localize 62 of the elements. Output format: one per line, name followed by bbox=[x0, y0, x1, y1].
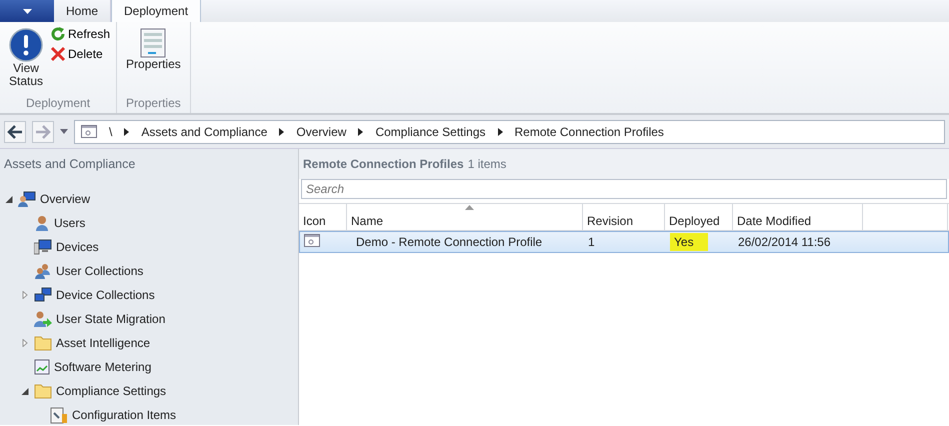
ribbon-button[interactable]: Delete bbox=[50, 46, 110, 62]
item-count: 1 items bbox=[468, 157, 506, 171]
table-cell-text: Demo - Remote Connection Profile bbox=[355, 235, 544, 249]
table-cell-text: 1 bbox=[587, 235, 596, 249]
tree-item[interactable]: Asset Intelligence bbox=[56, 336, 150, 350]
expand-arrow-icon[interactable] bbox=[20, 291, 30, 299]
computers-icon bbox=[34, 287, 52, 303]
table-cell: Yes bbox=[670, 233, 708, 251]
tree-item[interactable]: Devices bbox=[56, 240, 99, 254]
breadcrumb[interactable]: Assets and Compliance bbox=[141, 124, 268, 138]
column-header[interactable]: Deployed bbox=[665, 204, 733, 230]
tree-item[interactable]: Users bbox=[54, 216, 86, 230]
group-label: Properties bbox=[125, 96, 182, 112]
profile-icon bbox=[304, 234, 320, 247]
info-icon bbox=[9, 28, 43, 62]
ribbon-button[interactable]: Refresh bbox=[50, 26, 110, 42]
collapse-arrow-icon[interactable] bbox=[4, 196, 14, 202]
folder-icon bbox=[34, 335, 52, 351]
pane-title: Assets and Compliance bbox=[3, 156, 136, 173]
refresh-icon bbox=[50, 26, 66, 42]
breadcrumb-arrow-icon[interactable] bbox=[358, 128, 364, 136]
breadcrumb-arrow-icon[interactable] bbox=[498, 128, 502, 136]
breadcrumb[interactable]: Compliance Settings bbox=[375, 124, 486, 138]
tree-item[interactable]: Software Metering bbox=[54, 360, 152, 374]
tree-item[interactable]: User Collections bbox=[56, 264, 144, 278]
column-header[interactable]: Icon bbox=[299, 204, 347, 230]
list-title: Remote Connection Profiles bbox=[303, 157, 464, 171]
expand-arrow-icon[interactable] bbox=[20, 339, 30, 347]
tree-item[interactable]: User State Migration bbox=[56, 312, 166, 326]
breadcrumb-arrow-icon[interactable] bbox=[279, 128, 284, 136]
ribbon-button[interactable]: Properties bbox=[123, 26, 184, 96]
meter-window-icon bbox=[34, 359, 50, 375]
table-cell-text: 26/02/2014 11:56 bbox=[737, 235, 832, 249]
breadcrumb-arrow-icon[interactable] bbox=[124, 128, 130, 136]
users-icon bbox=[34, 263, 52, 279]
user-icon bbox=[34, 215, 50, 231]
computer-icon bbox=[34, 239, 52, 255]
column-header[interactable]: Revision bbox=[583, 204, 665, 230]
user-arrow-icon bbox=[34, 311, 52, 327]
back-button[interactable] bbox=[4, 120, 26, 142]
tree-item[interactable]: Compliance Settings bbox=[56, 384, 166, 398]
tree-item[interactable]: Overview bbox=[40, 192, 90, 206]
ribbon-button[interactable]: View Status bbox=[6, 26, 46, 96]
caret-icon bbox=[22, 8, 32, 14]
tree-item[interactable]: Device Collections bbox=[56, 288, 155, 302]
ribbon-tab[interactable]: Deployment bbox=[111, 0, 202, 22]
table-row[interactable]: Demo - Remote Connection Profile 1 Yes 26/02/2014 11:56 bbox=[299, 231, 949, 253]
collapse-arrow-icon[interactable] bbox=[20, 388, 30, 394]
column-header[interactable]: Name bbox=[347, 204, 583, 230]
computer-user-icon bbox=[18, 191, 36, 207]
folder-icon bbox=[34, 383, 52, 399]
window-icon bbox=[81, 125, 97, 138]
breadcrumb[interactable]: Overview bbox=[296, 124, 346, 138]
search-field[interactable]: Search bbox=[301, 179, 947, 199]
delete-icon bbox=[50, 46, 66, 62]
group-label: Deployment bbox=[25, 96, 92, 112]
tree-item[interactable]: Configuration Items bbox=[72, 408, 176, 422]
column-header[interactable]: Date Modified bbox=[733, 204, 863, 230]
dropdown-caret-icon[interactable] bbox=[60, 129, 68, 134]
breadcrumb-root[interactable]: \ bbox=[109, 124, 112, 138]
properties-icon bbox=[140, 28, 166, 58]
breadcrumb[interactable]: Remote Connection Profiles bbox=[514, 124, 664, 138]
